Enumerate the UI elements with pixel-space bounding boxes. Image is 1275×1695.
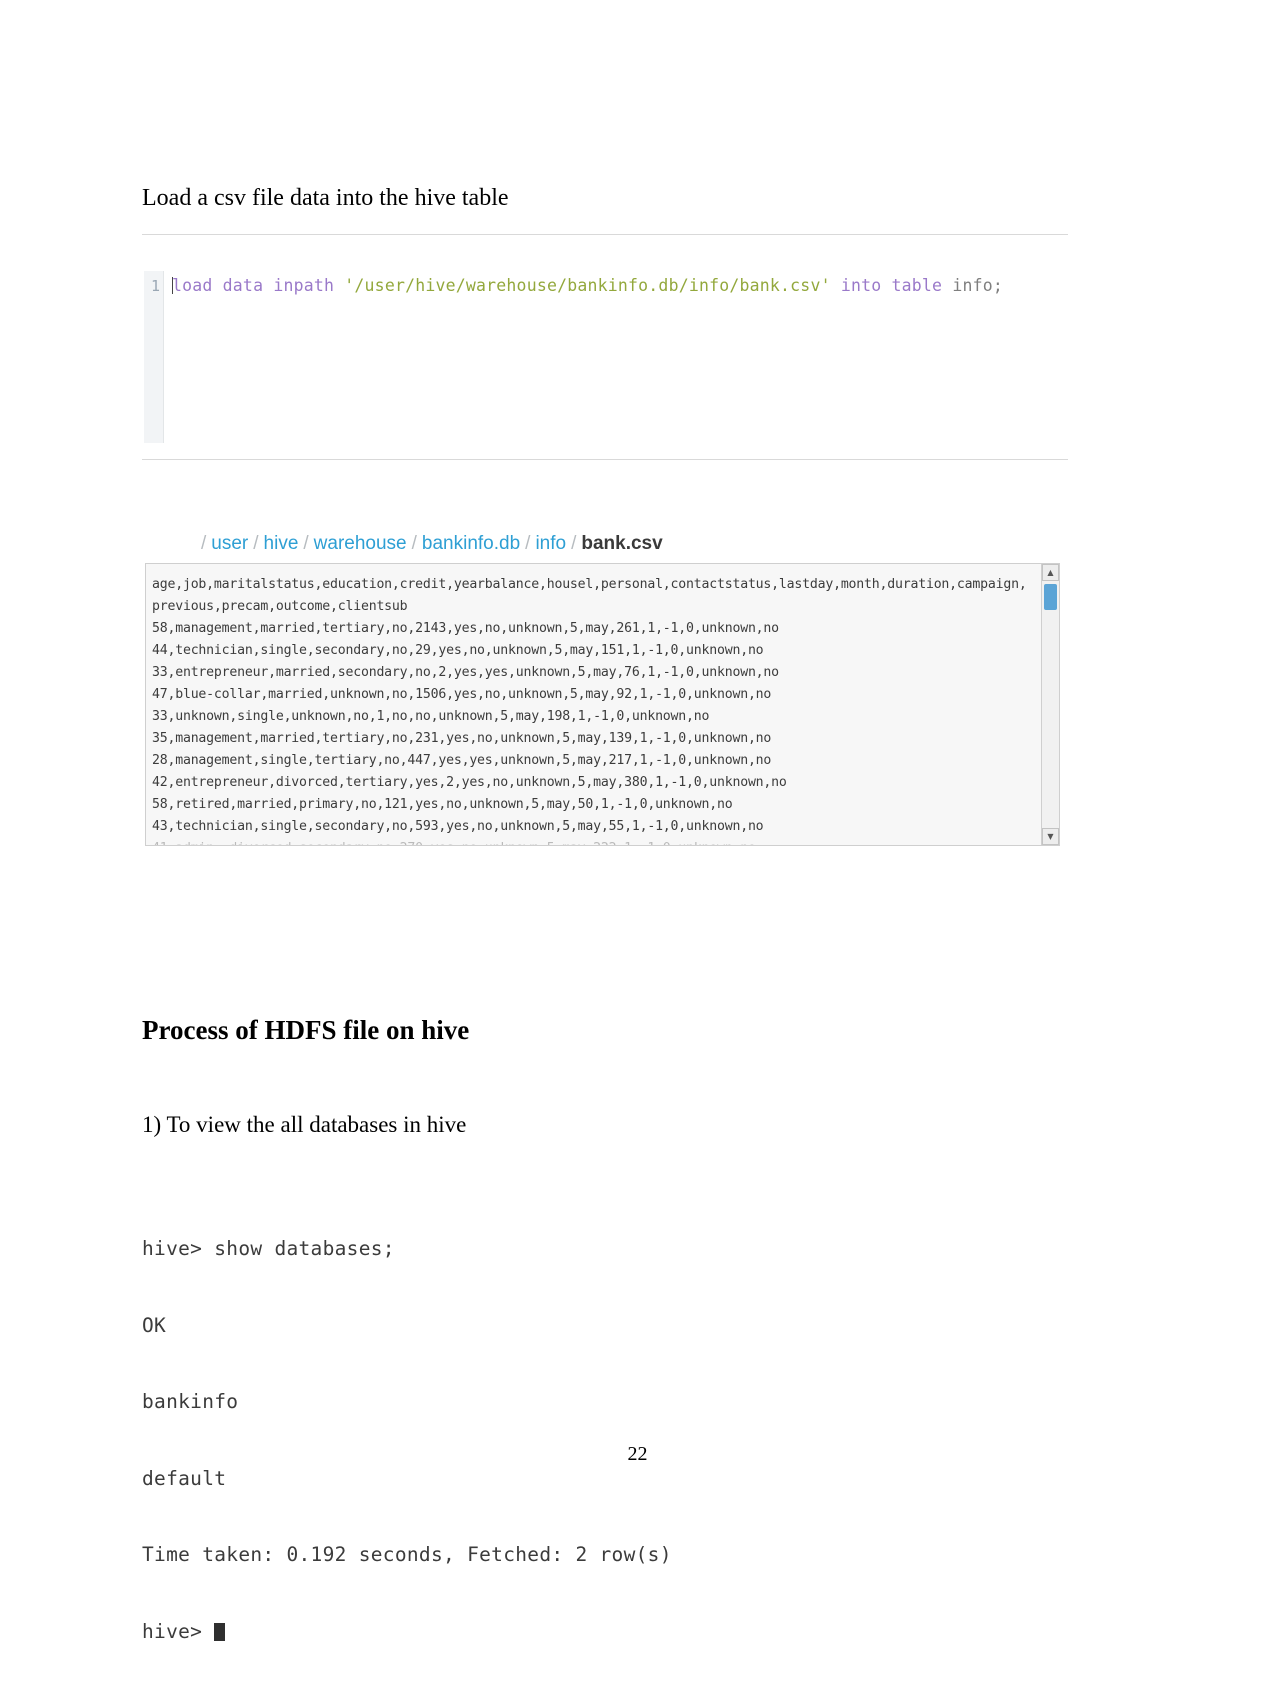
breadcrumb-separator: / xyxy=(411,533,417,554)
scroll-up-icon[interactable]: ▲ xyxy=(1042,564,1059,581)
code-line-number: 1 xyxy=(144,271,164,443)
document-page: Load a csv file data into the hive table… xyxy=(0,0,1275,1651)
csv-data-row: 35,management,married,tertiary,no,231,ye… xyxy=(152,731,772,746)
csv-data-row: 28,management,single,tertiary,no,447,yes… xyxy=(152,753,772,768)
page-title: Load a csv file data into the hive table xyxy=(142,185,509,211)
step-text: 1) To view the all databases in hive xyxy=(142,1112,467,1137)
breadcrumb-separator: / xyxy=(571,533,577,554)
breadcrumb-separator: / xyxy=(253,533,259,554)
code-token-keyword-into-table: into table xyxy=(830,276,953,295)
breadcrumb-separator: / xyxy=(201,533,207,554)
breadcrumb-item-hive[interactable]: hive xyxy=(264,533,299,554)
terminal-line-database: bankinfo xyxy=(142,1390,239,1413)
terminal-line-database: default xyxy=(142,1466,227,1490)
breadcrumb-item-bank-csv: bank.csv xyxy=(581,533,663,554)
terminal-line-status: OK xyxy=(142,1313,167,1337)
csv-scrollbar[interactable]: ▲ ▼ xyxy=(1041,564,1059,845)
terminal-prompt-line[interactable]: hive> xyxy=(142,1619,672,1645)
breadcrumb-separator: / xyxy=(303,533,309,554)
csv-header-row: age,job,maritalstatus,education,credit,y… xyxy=(152,577,1027,614)
csv-data-row-clipped: 41,admin.,divorced,secondary,no,270,yes,… xyxy=(152,838,1032,845)
code-token-identifier-table: info; xyxy=(952,276,1003,295)
breadcrumb-item-bankinfo-db[interactable]: bankinfo.db xyxy=(422,533,520,554)
csv-data-row: 43,technician,single,secondary,no,593,ye… xyxy=(152,819,764,834)
breadcrumb-item-user[interactable]: user xyxy=(211,533,248,554)
section-heading: Process of HDFS file on hive xyxy=(142,1015,470,1045)
code-editor[interactable]: 1 load data inpath '/user/hive/warehouse… xyxy=(144,271,1068,443)
csv-data-row: 58,management,married,tertiary,no,2143,y… xyxy=(152,621,779,636)
terminal-line-command: hive> show databases; xyxy=(142,1237,395,1260)
csv-data-row: 33,entrepreneur,married,secondary,no,2,y… xyxy=(152,665,779,680)
code-block: 1 load data inpath '/user/hive/warehouse… xyxy=(142,234,1068,460)
code-token-keyword-load: load data inpath xyxy=(172,276,345,295)
csv-data-row: 44,technician,single,secondary,no,29,yes… xyxy=(152,643,764,658)
terminal-cursor-icon xyxy=(214,1622,226,1641)
breadcrumb-item-warehouse[interactable]: warehouse xyxy=(314,533,407,554)
page-number: 22 xyxy=(627,1443,648,1465)
breadcrumb-item-info[interactable]: info xyxy=(535,533,566,554)
csv-file-viewer[interactable]: age,job,maritalstatus,education,credit,y… xyxy=(145,563,1060,846)
csv-data-row: 42,entrepreneur,divorced,tertiary,yes,2,… xyxy=(152,775,787,790)
code-line[interactable]: load data inpath '/user/hive/warehouse/b… xyxy=(164,271,1068,443)
terminal-output: hive> show databases; OK bankinfo defaul… xyxy=(142,1185,672,1695)
scrollbar-thumb[interactable] xyxy=(1044,584,1057,610)
csv-data-row: 58,retired,married,primary,no,121,yes,no… xyxy=(152,797,733,812)
terminal-prompt: hive> xyxy=(142,1619,215,1643)
csv-data-row: 33,unknown,single,unknown,no,1,no,no,unk… xyxy=(152,709,710,724)
csv-content: age,job,maritalstatus,education,credit,y… xyxy=(152,574,1032,845)
scroll-down-icon[interactable]: ▼ xyxy=(1042,828,1059,845)
breadcrumb: / user / hive / warehouse / bankinfo.db / info / ba… xyxy=(196,531,663,557)
terminal-line-timing: Time taken: 0.192 seconds, Fetched: 2 ro… xyxy=(142,1543,672,1566)
csv-data-row: 47,blue-collar,married,unknown,no,1506,y… xyxy=(152,687,772,702)
code-token-string-path: '/user/hive/warehouse/bankinfo.db/info/b… xyxy=(344,276,831,295)
breadcrumb-separator: / xyxy=(525,533,531,554)
